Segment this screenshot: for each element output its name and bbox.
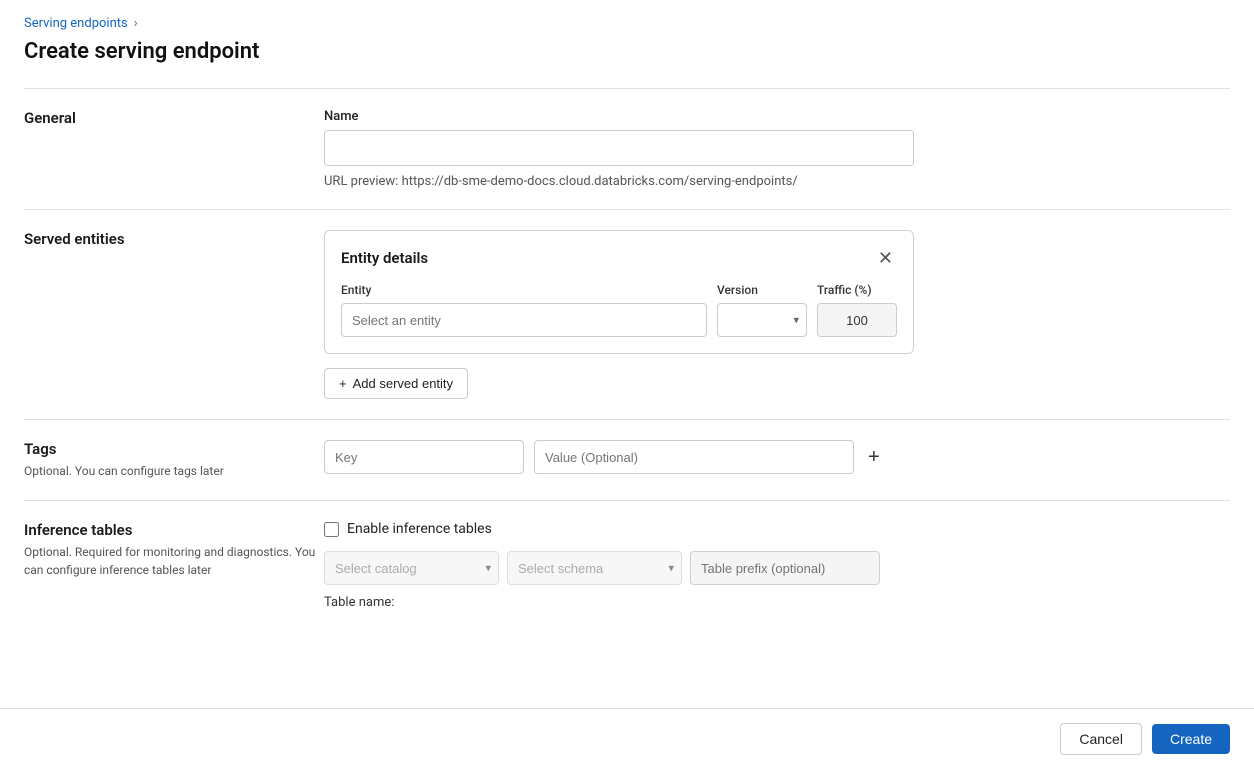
entity-select-input[interactable] — [341, 303, 707, 337]
add-served-entity-button[interactable]: + Add served entity — [324, 368, 468, 399]
enable-inference-checkbox-row: Enable inference tables — [324, 521, 1230, 537]
entity-col-label: Entity — [341, 283, 707, 297]
page-title: Create serving endpoint — [24, 39, 1230, 64]
enable-inference-label[interactable]: Enable inference tables — [347, 521, 492, 537]
tags-row: + — [324, 440, 1230, 474]
entity-card-header: Entity details ✕ — [341, 247, 897, 269]
tags-section-content: + — [324, 440, 1230, 480]
catalog-select-wrapper: Select catalog — [324, 551, 499, 585]
table-name-label: Table name: — [324, 595, 394, 610]
inference-tables-description: Optional. Required for monitoring and di… — [24, 543, 324, 579]
served-entities-label: Served entities — [24, 230, 324, 399]
tags-section-label: Tags Optional. You can configure tags la… — [24, 440, 324, 480]
inference-selects-row: Select catalog Select schema — [324, 551, 1230, 585]
url-preview-prefix: URL preview: — [324, 174, 398, 189]
add-tag-button[interactable]: + — [864, 445, 884, 469]
served-entities-content: Entity details ✕ Entity Version — [324, 230, 1230, 399]
traffic-col-label: Traffic (%) — [817, 283, 897, 297]
inference-tables-label: Inference tables Optional. Required for … — [24, 521, 324, 610]
general-section-content: Name URL preview: https://db-sme-demo-do… — [324, 109, 1230, 189]
entity-field: Entity — [341, 283, 707, 337]
breadcrumb-link[interactable]: Serving endpoints — [24, 16, 128, 31]
entity-card: Entity details ✕ Entity Version — [324, 230, 914, 354]
entity-card-close-button[interactable]: ✕ — [874, 247, 897, 269]
traffic-field: Traffic (%) — [817, 283, 897, 337]
tag-key-input[interactable] — [324, 440, 524, 474]
version-col-label: Version — [717, 283, 807, 297]
inference-tables-heading: Inference tables — [24, 521, 324, 539]
enable-inference-checkbox[interactable] — [324, 522, 339, 537]
table-prefix-input[interactable] — [690, 551, 880, 585]
inference-tables-section: Inference tables Optional. Required for … — [24, 500, 1230, 630]
general-section-label: General — [24, 109, 324, 189]
served-entities-heading: Served entities — [24, 230, 324, 248]
create-button[interactable]: Create — [1152, 724, 1230, 754]
schema-select[interactable]: Select schema — [507, 551, 682, 585]
name-input[interactable] — [324, 130, 914, 166]
tags-heading: Tags — [24, 440, 324, 458]
url-preview: URL preview: https://db-sme-demo-docs.cl… — [324, 174, 1230, 189]
entity-card-title: Entity details — [341, 249, 428, 267]
tag-value-input[interactable] — [534, 440, 854, 474]
served-entities-section: Served entities Entity details ✕ Entity — [24, 209, 1230, 419]
version-field: Version — [717, 283, 807, 337]
footer-bar: Cancel Create — [0, 708, 1254, 768]
catalog-select[interactable]: Select catalog — [324, 551, 499, 585]
entity-fields: Entity Version Traffic — [341, 283, 897, 337]
breadcrumb: Serving endpoints › — [24, 16, 1230, 31]
general-heading: General — [24, 109, 324, 127]
tags-section: Tags Optional. You can configure tags la… — [24, 419, 1230, 500]
url-preview-value: https://db-sme-demo-docs.cloud.databrick… — [402, 174, 798, 189]
inference-tables-content: Enable inference tables Select catalog S… — [324, 521, 1230, 610]
add-entity-label: Add served entity — [353, 376, 453, 391]
breadcrumb-separator: › — [134, 16, 138, 31]
tags-description: Optional. You can configure tags later — [24, 462, 324, 480]
version-select-wrapper — [717, 303, 807, 337]
schema-select-wrapper: Select schema — [507, 551, 682, 585]
version-select[interactable] — [717, 303, 807, 337]
general-section: General Name URL preview: https://db-sme… — [24, 88, 1230, 209]
add-icon: + — [339, 376, 347, 391]
cancel-button[interactable]: Cancel — [1060, 723, 1142, 755]
traffic-input[interactable] — [817, 303, 897, 337]
table-name-row: Table name: — [324, 595, 1230, 610]
name-field-label: Name — [324, 109, 1230, 124]
